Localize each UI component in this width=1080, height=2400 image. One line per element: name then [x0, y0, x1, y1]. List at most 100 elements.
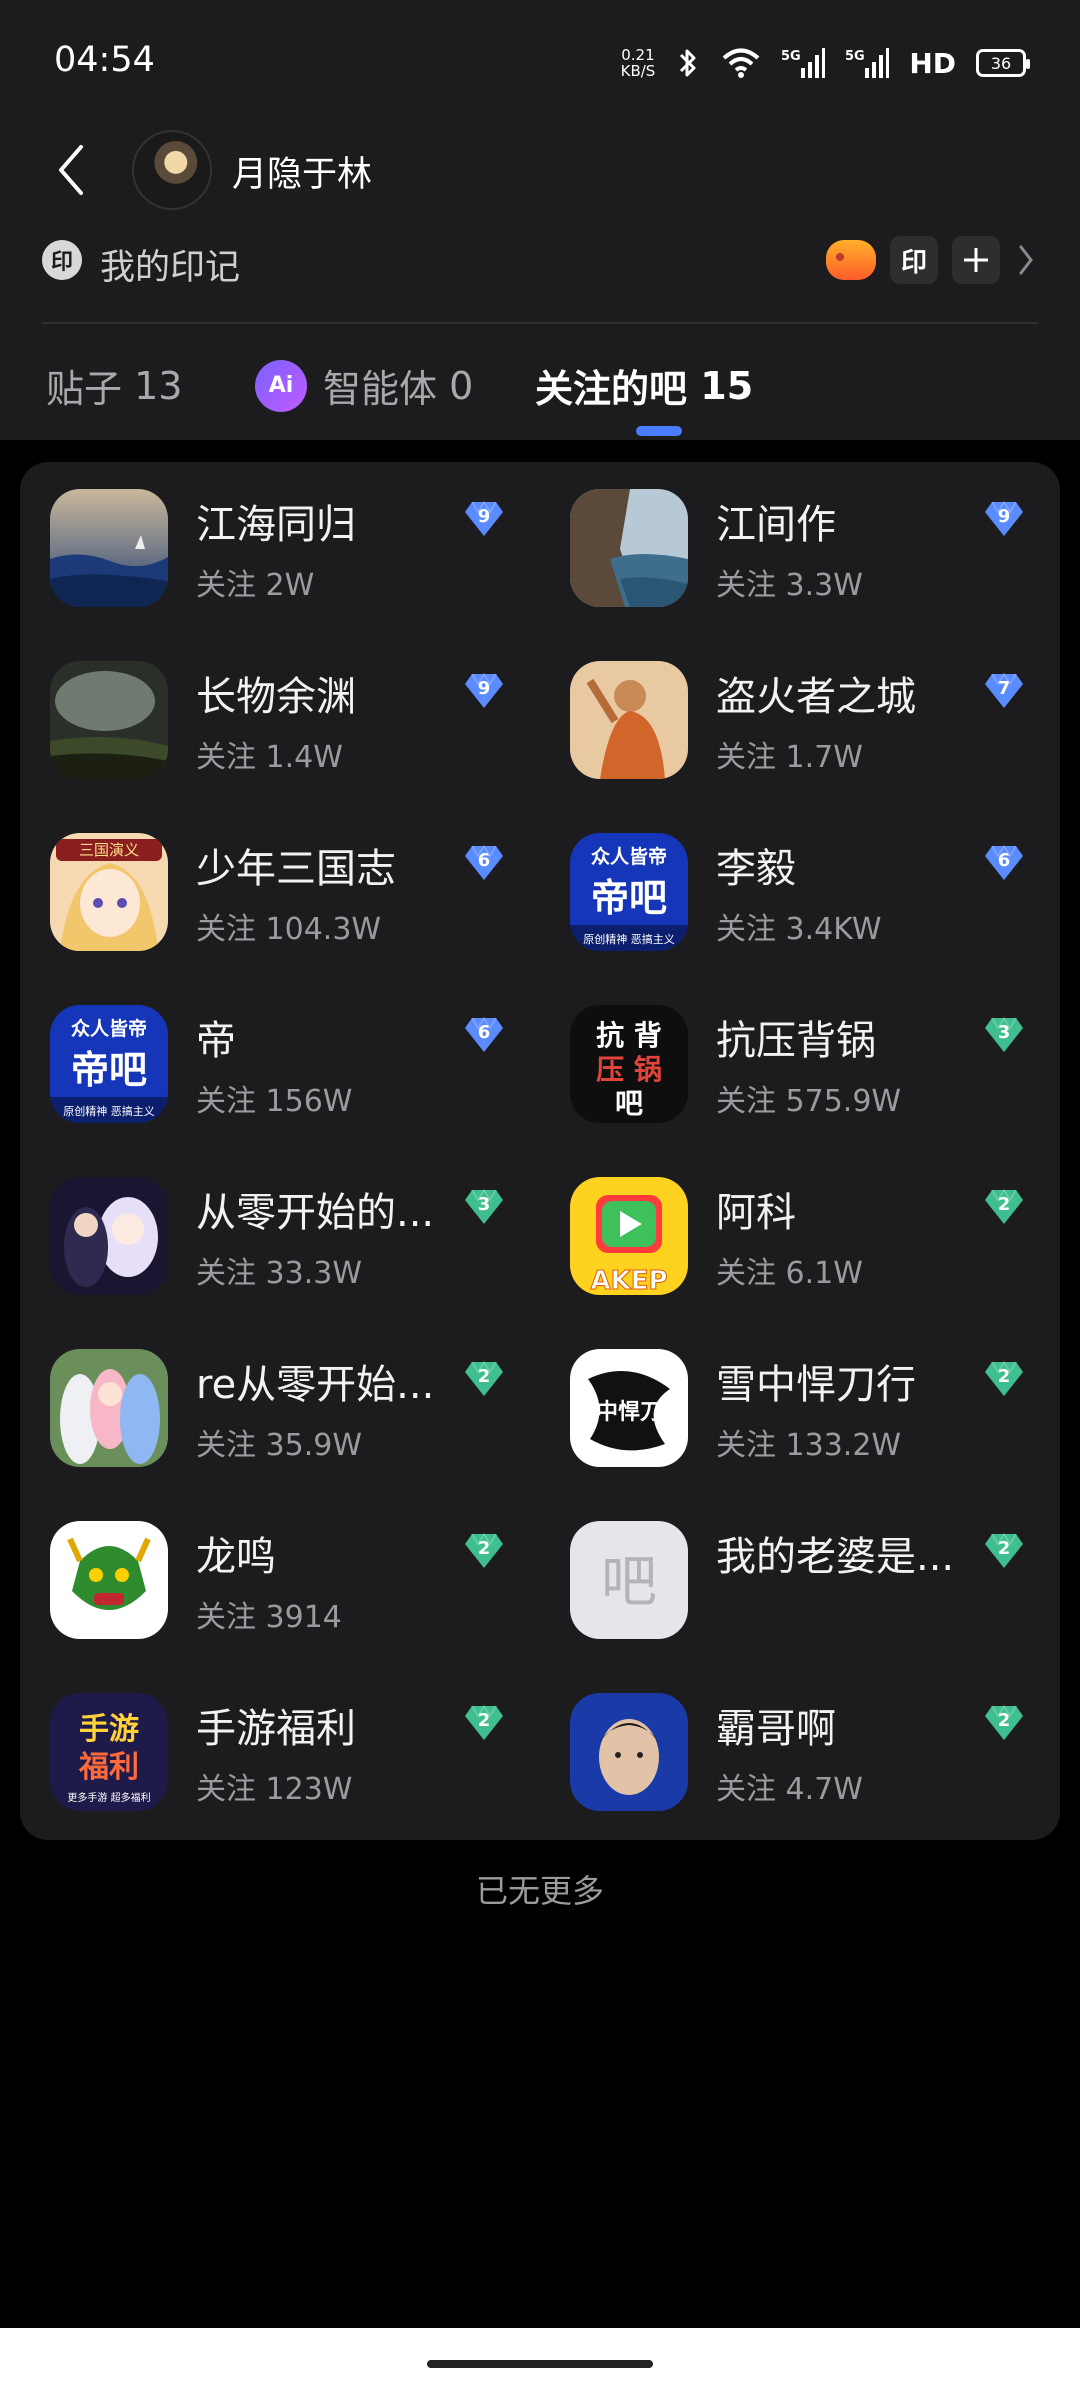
level-badge-icon: 2	[984, 1704, 1024, 1742]
tab-agents[interactable]: Ai 智能体 0	[255, 358, 473, 413]
tab-count: 15	[700, 363, 754, 408]
bar-item[interactable]: re从零开始... 关注 35.9W 2	[20, 1322, 540, 1494]
level-badge-icon: 2	[984, 1532, 1024, 1570]
level-number: 6	[997, 850, 1011, 871]
level-badge-icon: 2	[984, 1360, 1024, 1398]
bar-name: 盗火者之城	[716, 674, 916, 720]
bar-name: 李毅	[716, 846, 796, 892]
bar-item[interactable]: 龙鸣 关注 3914 2	[20, 1494, 540, 1666]
level-number: 2	[477, 1366, 491, 1387]
bar-item[interactable]: 手游 福利 更多手游 超多福利 手游福利 关注 123W 2	[20, 1666, 540, 1838]
level-number: 2	[997, 1710, 1011, 1731]
level-number: 7	[997, 678, 1011, 699]
bar-item[interactable]: 江间作 关注 3.3W 9	[540, 462, 1060, 634]
level-number: 9	[477, 678, 491, 699]
avatar[interactable]	[132, 130, 212, 210]
add-mark-button[interactable]	[952, 236, 1000, 284]
bar-item[interactable]: 抗 背压 锅吧抗压背锅 关注 575.9W 3	[540, 978, 1060, 1150]
svg-text:手游: 手游	[79, 1712, 139, 1747]
bar-item[interactable]: 吧 我的老婆是... 2	[540, 1494, 1060, 1666]
bar-follow-count: 关注 35.9W	[196, 1428, 362, 1463]
divider	[42, 322, 1038, 324]
followed-bars-card: 江海同归 关注 2W 9 江间作 关注 3.3W 9 长物余渊 关注 1.4W 9 盗火者之城 关注…	[20, 462, 1060, 1840]
status-bar: 04:54 0.21 KB/S 5G 5G HD 36	[0, 0, 1080, 120]
bar-thumbnail: AKEP	[570, 1177, 688, 1295]
tab-followed-bars[interactable]: 关注的吧 15	[535, 358, 753, 413]
level-number: 3	[477, 1194, 491, 1215]
svg-text:压 锅: 压 锅	[596, 1053, 662, 1086]
bar-item[interactable]: 从零开始的... 关注 33.3W 3	[20, 1150, 540, 1322]
bar-name: 从零开始的...	[196, 1190, 435, 1236]
bar-follow-count: 关注 1.7W	[716, 740, 863, 775]
level-number: 2	[997, 1538, 1011, 1559]
level-badge-icon: 9	[464, 672, 504, 710]
svg-text:5G: 5G	[845, 49, 865, 64]
home-indicator[interactable]	[427, 2360, 653, 2368]
level-badge-icon: 3	[984, 1016, 1024, 1054]
bar-thumbnail: 雪中悍刀行	[570, 1349, 688, 1467]
my-mark-row[interactable]: 印 我的印记 印	[0, 225, 1080, 295]
bar-follow-count: 关注 575.9W	[716, 1084, 902, 1119]
bar-item[interactable]: 雪中悍刀行 雪中悍刀行 关注 133.2W 2	[540, 1322, 1060, 1494]
bar-name: 阿科	[716, 1190, 796, 1236]
bar-item[interactable]: AKEP 阿科关注 6.1W 2	[540, 1150, 1060, 1322]
header: 04:54 0.21 KB/S 5G 5G HD 36 月隐于林 印 我的印记 …	[0, 0, 1080, 440]
level-badge-icon: 2	[464, 1360, 504, 1398]
bar-thumbnail	[570, 1693, 688, 1811]
bar-follow-count: 关注 3.3W	[716, 568, 863, 603]
level-number: 6	[477, 850, 491, 871]
hd-label: HD	[909, 46, 956, 80]
level-number: 9	[477, 506, 491, 527]
bar-follow-count: 关注 156W	[196, 1084, 353, 1119]
bar-follow-count: 关注 6.1W	[716, 1256, 863, 1291]
chevron-left-icon	[59, 145, 83, 195]
bar-thumbnail	[570, 489, 688, 607]
svg-text:众人皆帝: 众人皆帝	[71, 1017, 147, 1040]
bar-item[interactable]: 江海同归 关注 2W 9	[20, 462, 540, 634]
ai-icon: Ai	[255, 359, 307, 412]
bar-thumbnail: 众人皆帝 帝吧 原创精神 恶搞主义	[50, 1005, 168, 1123]
level-number: 2	[997, 1194, 1011, 1215]
tab-label: 智能体	[323, 367, 438, 411]
status-icons: 0.21 KB/S 5G 5G HD 36	[621, 40, 1030, 86]
net-speed-unit: KB/S	[620, 62, 656, 80]
level-badge-icon: 2	[464, 1532, 504, 1570]
back-button[interactable]	[50, 138, 90, 202]
net-speed: 0.21 KB/S	[621, 47, 656, 79]
bar-thumbnail	[50, 1521, 168, 1639]
svg-text:吧: 吧	[601, 1550, 657, 1615]
signal-5g-icon: 5G	[781, 46, 826, 80]
level-number: 9	[997, 506, 1011, 527]
screen: 04:54 0.21 KB/S 5G 5G HD 36 月隐于林 印 我的印记 …	[0, 0, 1080, 2400]
svg-text:帝吧: 帝吧	[71, 1048, 147, 1092]
bar-thumbnail: 众人皆帝 帝吧 原创精神 恶搞主义	[570, 833, 688, 951]
bar-thumbnail	[50, 489, 168, 607]
tab-bar: 贴子 13 Ai 智能体 0 关注的吧 15	[0, 340, 1080, 440]
level-number: 6	[477, 1022, 491, 1043]
net-speed-value: 0.21	[621, 46, 655, 64]
bar-name: 霸哥啊	[716, 1706, 836, 1752]
bar-item[interactable]: 长物余渊 关注 1.4W 9	[20, 634, 540, 806]
bar-item[interactable]: 众人皆帝 帝吧 原创精神 恶搞主义 李毅 关注 3.4KW 6	[540, 806, 1060, 978]
username[interactable]: 月隐于林	[232, 146, 372, 197]
chevron-right-icon[interactable]	[1014, 240, 1038, 280]
svg-text:AKEP: AKEP	[590, 1266, 667, 1295]
bar-item[interactable]: 霸哥啊 关注 4.7W 2	[540, 1666, 1060, 1838]
bar-thumbnail	[50, 1349, 168, 1467]
svg-text:三国演义: 三国演义	[79, 841, 139, 859]
bar-item[interactable]: 三国演义 少年三国志 关注 104.3W 6	[20, 806, 540, 978]
bar-follow-count: 关注 1.4W	[196, 740, 343, 775]
bar-follow-count: 关注 2W	[196, 568, 315, 603]
bluetooth-icon	[675, 46, 701, 80]
seal-button[interactable]: 印	[890, 236, 938, 284]
tab-posts[interactable]: 贴子 13	[46, 358, 182, 413]
level-badge-icon: 6	[464, 844, 504, 882]
tab-indicator	[636, 426, 682, 436]
bar-item[interactable]: 盗火者之城关注 1.7W 7	[540, 634, 1060, 806]
level-badge-icon: 6	[984, 844, 1024, 882]
bar-item[interactable]: 众人皆帝 帝吧 原创精神 恶搞主义帝关注 156W 6	[20, 978, 540, 1150]
bar-thumbnail: 手游 福利 更多手游 超多福利	[50, 1693, 168, 1811]
bar-follow-count: 关注 33.3W	[196, 1256, 362, 1291]
level-number: 3	[997, 1022, 1011, 1043]
gamepad-icon[interactable]	[826, 240, 876, 280]
